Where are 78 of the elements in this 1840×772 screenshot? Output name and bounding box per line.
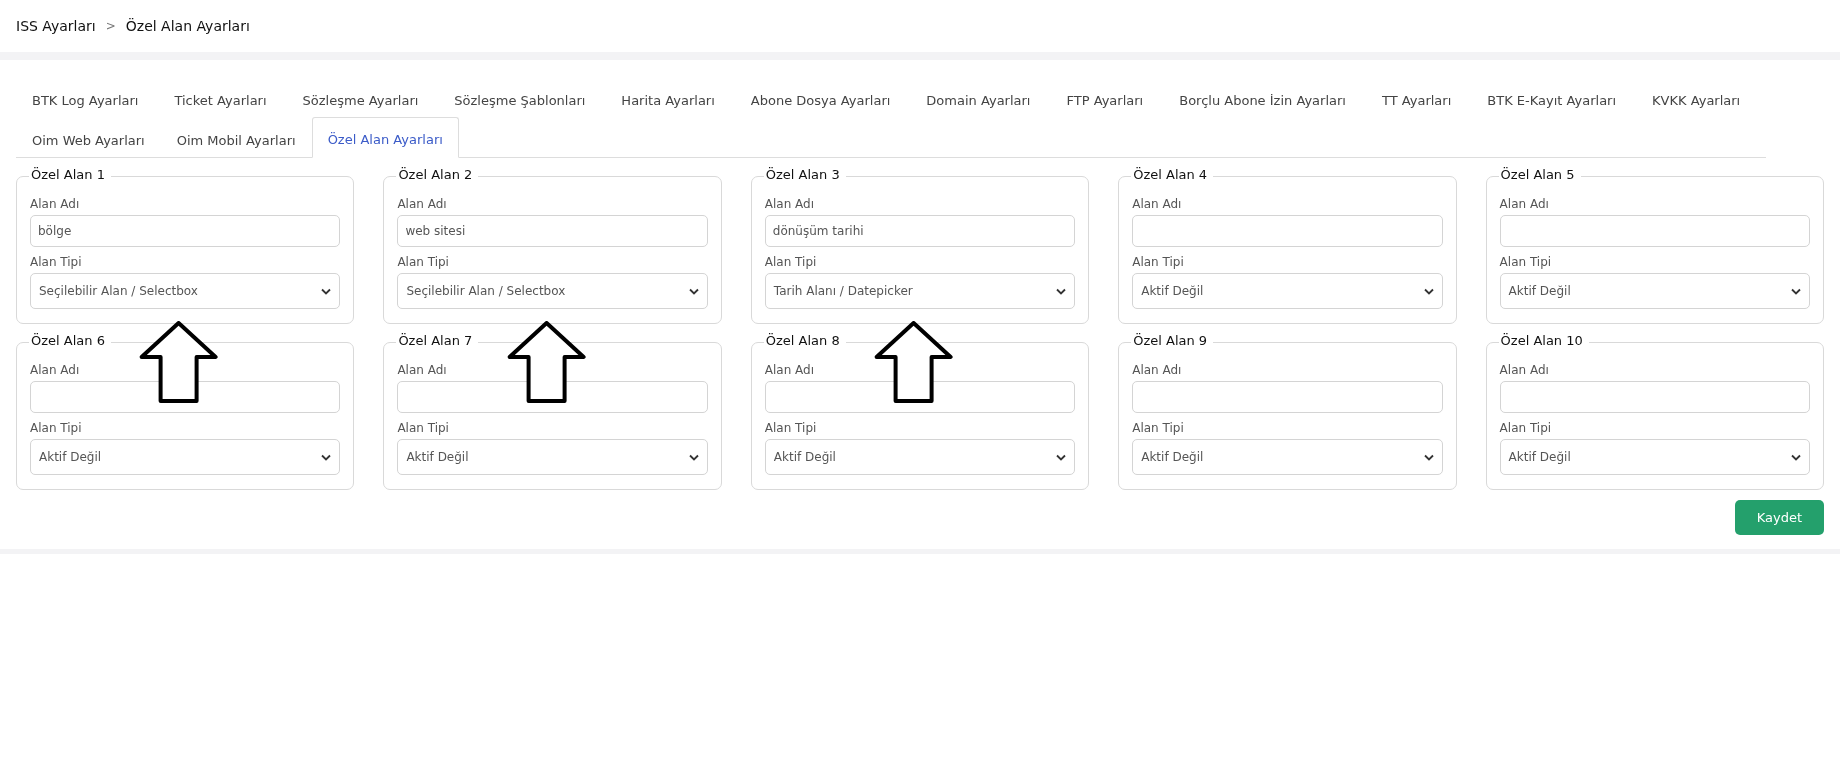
breadcrumb-item: Özel Alan Ayarları (125, 18, 250, 34)
input-field[interactable] (1499, 215, 1810, 247)
field-label: Alan Adı (397, 363, 448, 377)
settings-tab[interactable]: Özel Alan Ayarları (311, 117, 459, 158)
card-title: Özel Alan 10 (1498, 333, 1589, 348)
card-title: Özel Alan 4 (1131, 167, 1214, 182)
chevron-down-icon (1056, 287, 1067, 295)
field-label: Alan Tipi (1499, 255, 1553, 269)
chevron-down-icon (321, 287, 332, 295)
input-field[interactable]: dönüşüm tarihi (764, 215, 1076, 247)
type-select[interactable]: Seçilebilir Alan / Selectbox (30, 273, 341, 309)
chevron-down-icon (688, 453, 699, 461)
breadcrumb-item[interactable]: ISS Ayarları (16, 18, 96, 34)
input-field[interactable] (397, 381, 708, 413)
settings-tab[interactable]: KVKK Ayarları (1636, 78, 1757, 118)
settings-tab[interactable]: BTK E-Kayıt Ayarları (1471, 78, 1633, 118)
type-select[interactable]: Aktif Değil (764, 439, 1076, 475)
type-select[interactable]: Aktif Değil (1499, 273, 1810, 309)
card-title: Özel Alan 8 (763, 333, 846, 348)
card-title: Özel Alan 9 (1131, 333, 1214, 348)
input-field[interactable] (1132, 381, 1443, 413)
type-select[interactable]: Aktif Değil (397, 439, 708, 475)
settings-tab[interactable]: Domain Ayarları (910, 78, 1047, 118)
field-label: Alan Adı (1499, 197, 1550, 211)
input-field[interactable] (30, 381, 341, 413)
input-field[interactable]: web sitesi (397, 215, 708, 247)
field-label: Alan Tipi (1499, 421, 1553, 435)
field-label: Alan Adı (764, 363, 816, 377)
field-label: Alan Adı (764, 197, 816, 211)
type-select[interactable]: Aktif Değil (1499, 439, 1810, 475)
settings-tab[interactable]: Sözleşme Şablonları (438, 78, 602, 118)
field-label: Alan Adı (1132, 197, 1183, 211)
field-label: Alan Adı (397, 197, 448, 211)
type-select[interactable]: Seçilebilir Alan / Selectbox (397, 273, 708, 309)
settings-tab[interactable]: TT Ayarları (1365, 78, 1468, 118)
field-label: Alan Tipi (764, 255, 818, 269)
field-label: Alan Tipi (764, 421, 818, 435)
type-select[interactable]: Tarih Alanı / Datepicker (764, 273, 1076, 309)
field-label: Alan Tipi (30, 255, 83, 269)
input-field[interactable] (1132, 215, 1443, 247)
field-label: Alan Tipi (397, 255, 450, 269)
input-field[interactable] (1499, 381, 1810, 413)
input-field[interactable] (764, 381, 1076, 413)
type-select[interactable]: Aktif Değil (1132, 439, 1443, 475)
settings-tab[interactable]: FTP Ayarları (1050, 78, 1160, 118)
type-select[interactable]: Aktif Değil (30, 439, 341, 475)
settings-tab[interactable]: Oim Mobil Ayarları (160, 117, 312, 158)
field-label: Alan Tipi (397, 421, 450, 435)
field-label: Alan Adı (1499, 363, 1550, 377)
card-title: Özel Alan 1 (29, 167, 111, 182)
settings-tab[interactable]: Harita Ayarları (605, 78, 731, 118)
card-title: Özel Alan 2 (396, 167, 479, 182)
field-label: Alan Adı (30, 363, 81, 377)
card-title: Özel Alan 3 (763, 167, 846, 182)
card-title: Özel Alan 6 (29, 333, 111, 348)
field-label: Alan Adı (30, 197, 81, 211)
input-field[interactable]: bölge (30, 215, 341, 247)
settings-tab[interactable]: Ticket Ayarları (158, 78, 283, 118)
chevron-down-icon (321, 453, 332, 461)
field-label: Alan Adı (1132, 363, 1183, 377)
chevron-down-icon (1423, 287, 1434, 295)
card-title: Özel Alan 7 (396, 333, 479, 348)
card-title: Özel Alan 5 (1498, 167, 1581, 182)
settings-tab[interactable]: Sözleşme Ayarları (286, 78, 435, 118)
chevron-down-icon (1056, 453, 1067, 461)
chevron-down-icon (1423, 453, 1434, 461)
chevron-down-icon (688, 287, 699, 295)
chevron-down-icon (1791, 453, 1801, 461)
settings-tab[interactable]: Oim Web Ayarları (16, 117, 161, 158)
type-select[interactable]: Aktif Değil (1132, 273, 1443, 309)
settings-tab[interactable]: Abone Dosya Ayarları (734, 78, 907, 118)
settings-tab[interactable]: Borçlu Abone İzin Ayarları (1163, 78, 1362, 118)
chevron-down-icon (1791, 287, 1801, 295)
field-label: Alan Tipi (30, 421, 83, 435)
settings-tab[interactable]: BTK Log Ayarları (16, 78, 155, 118)
field-label: Alan Tipi (1132, 255, 1185, 269)
field-label: Alan Tipi (1132, 421, 1185, 435)
breadcrumb-separator: > (105, 19, 116, 33)
